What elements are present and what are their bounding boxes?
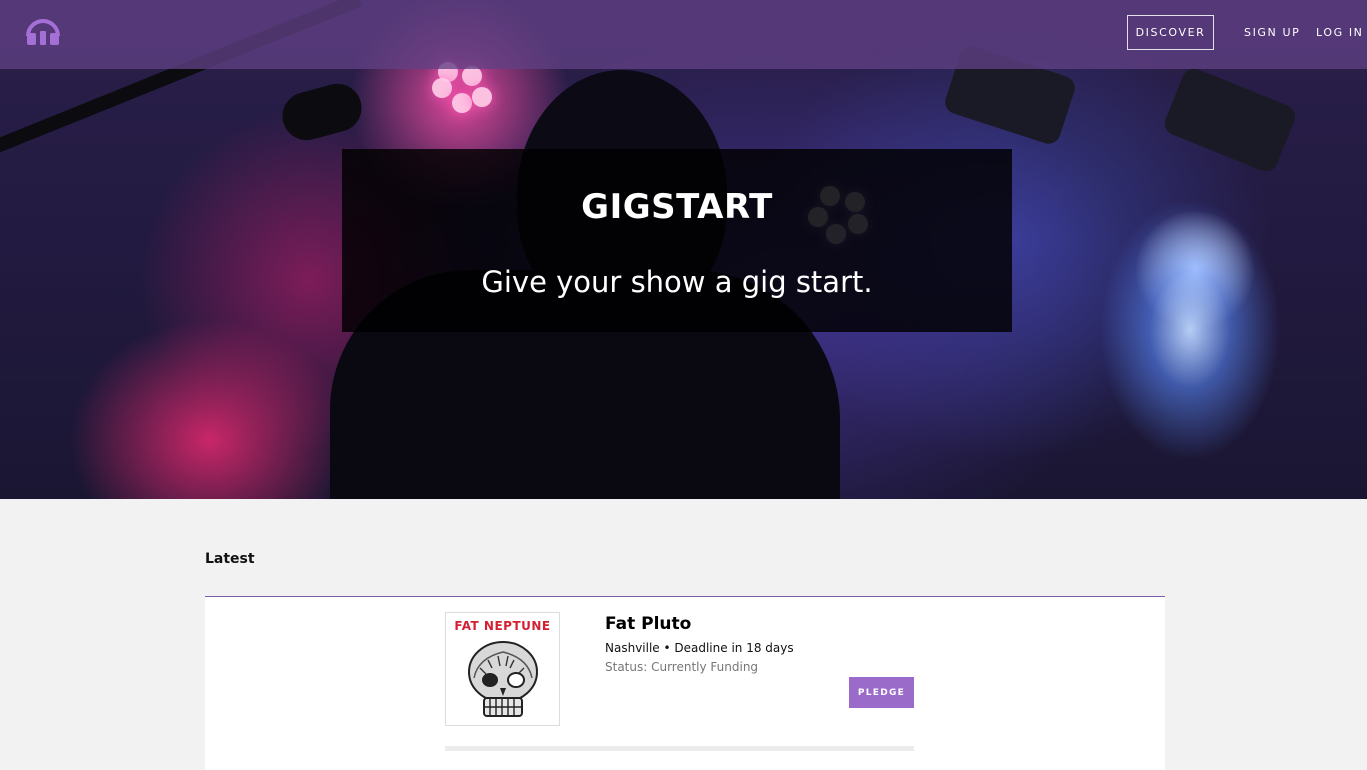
signup-link[interactable]: SIGN UP <box>1244 26 1300 39</box>
hero-subtitle: Give your show a gig start. <box>481 265 873 299</box>
cover-band-name: FAT NEPTUNE <box>454 619 551 633</box>
project-title[interactable]: Fat Pluto <box>605 614 691 634</box>
login-link[interactable]: LOG IN <box>1316 26 1364 39</box>
spotlight-dot <box>432 78 452 98</box>
discover-button[interactable]: DISCOVER <box>1127 15 1214 50</box>
project-card[interactable]: FAT NEPTUNE Fat Pluto Nashville • Deadli… <box>445 597 914 752</box>
project-cover-image[interactable]: FAT NEPTUNE <box>445 612 560 726</box>
pledge-button[interactable]: PLEDGE <box>849 677 914 708</box>
headphones-icon[interactable] <box>25 14 61 46</box>
project-meta: Nashville • Deadline in 18 days <box>605 641 794 655</box>
skull-illustration <box>468 641 538 717</box>
card-divider <box>445 746 914 751</box>
latest-heading: Latest <box>205 551 255 567</box>
hero-caption: GIGSTART Give your show a gig start. <box>342 149 1012 332</box>
top-navbar: DISCOVER SIGN UP LOG IN <box>0 0 1367 69</box>
microphone-image <box>277 78 367 146</box>
hero-title: GIGSTART <box>581 187 773 227</box>
spotlight-dot <box>462 66 482 86</box>
stage-light-image <box>1161 65 1299 175</box>
spotlight-dot <box>472 87 492 107</box>
spotlight-dot <box>452 93 472 113</box>
project-status: Status: Currently Funding <box>605 660 759 674</box>
project-list: FAT NEPTUNE Fat Pluto Nashville • Deadli… <box>205 596 1165 770</box>
